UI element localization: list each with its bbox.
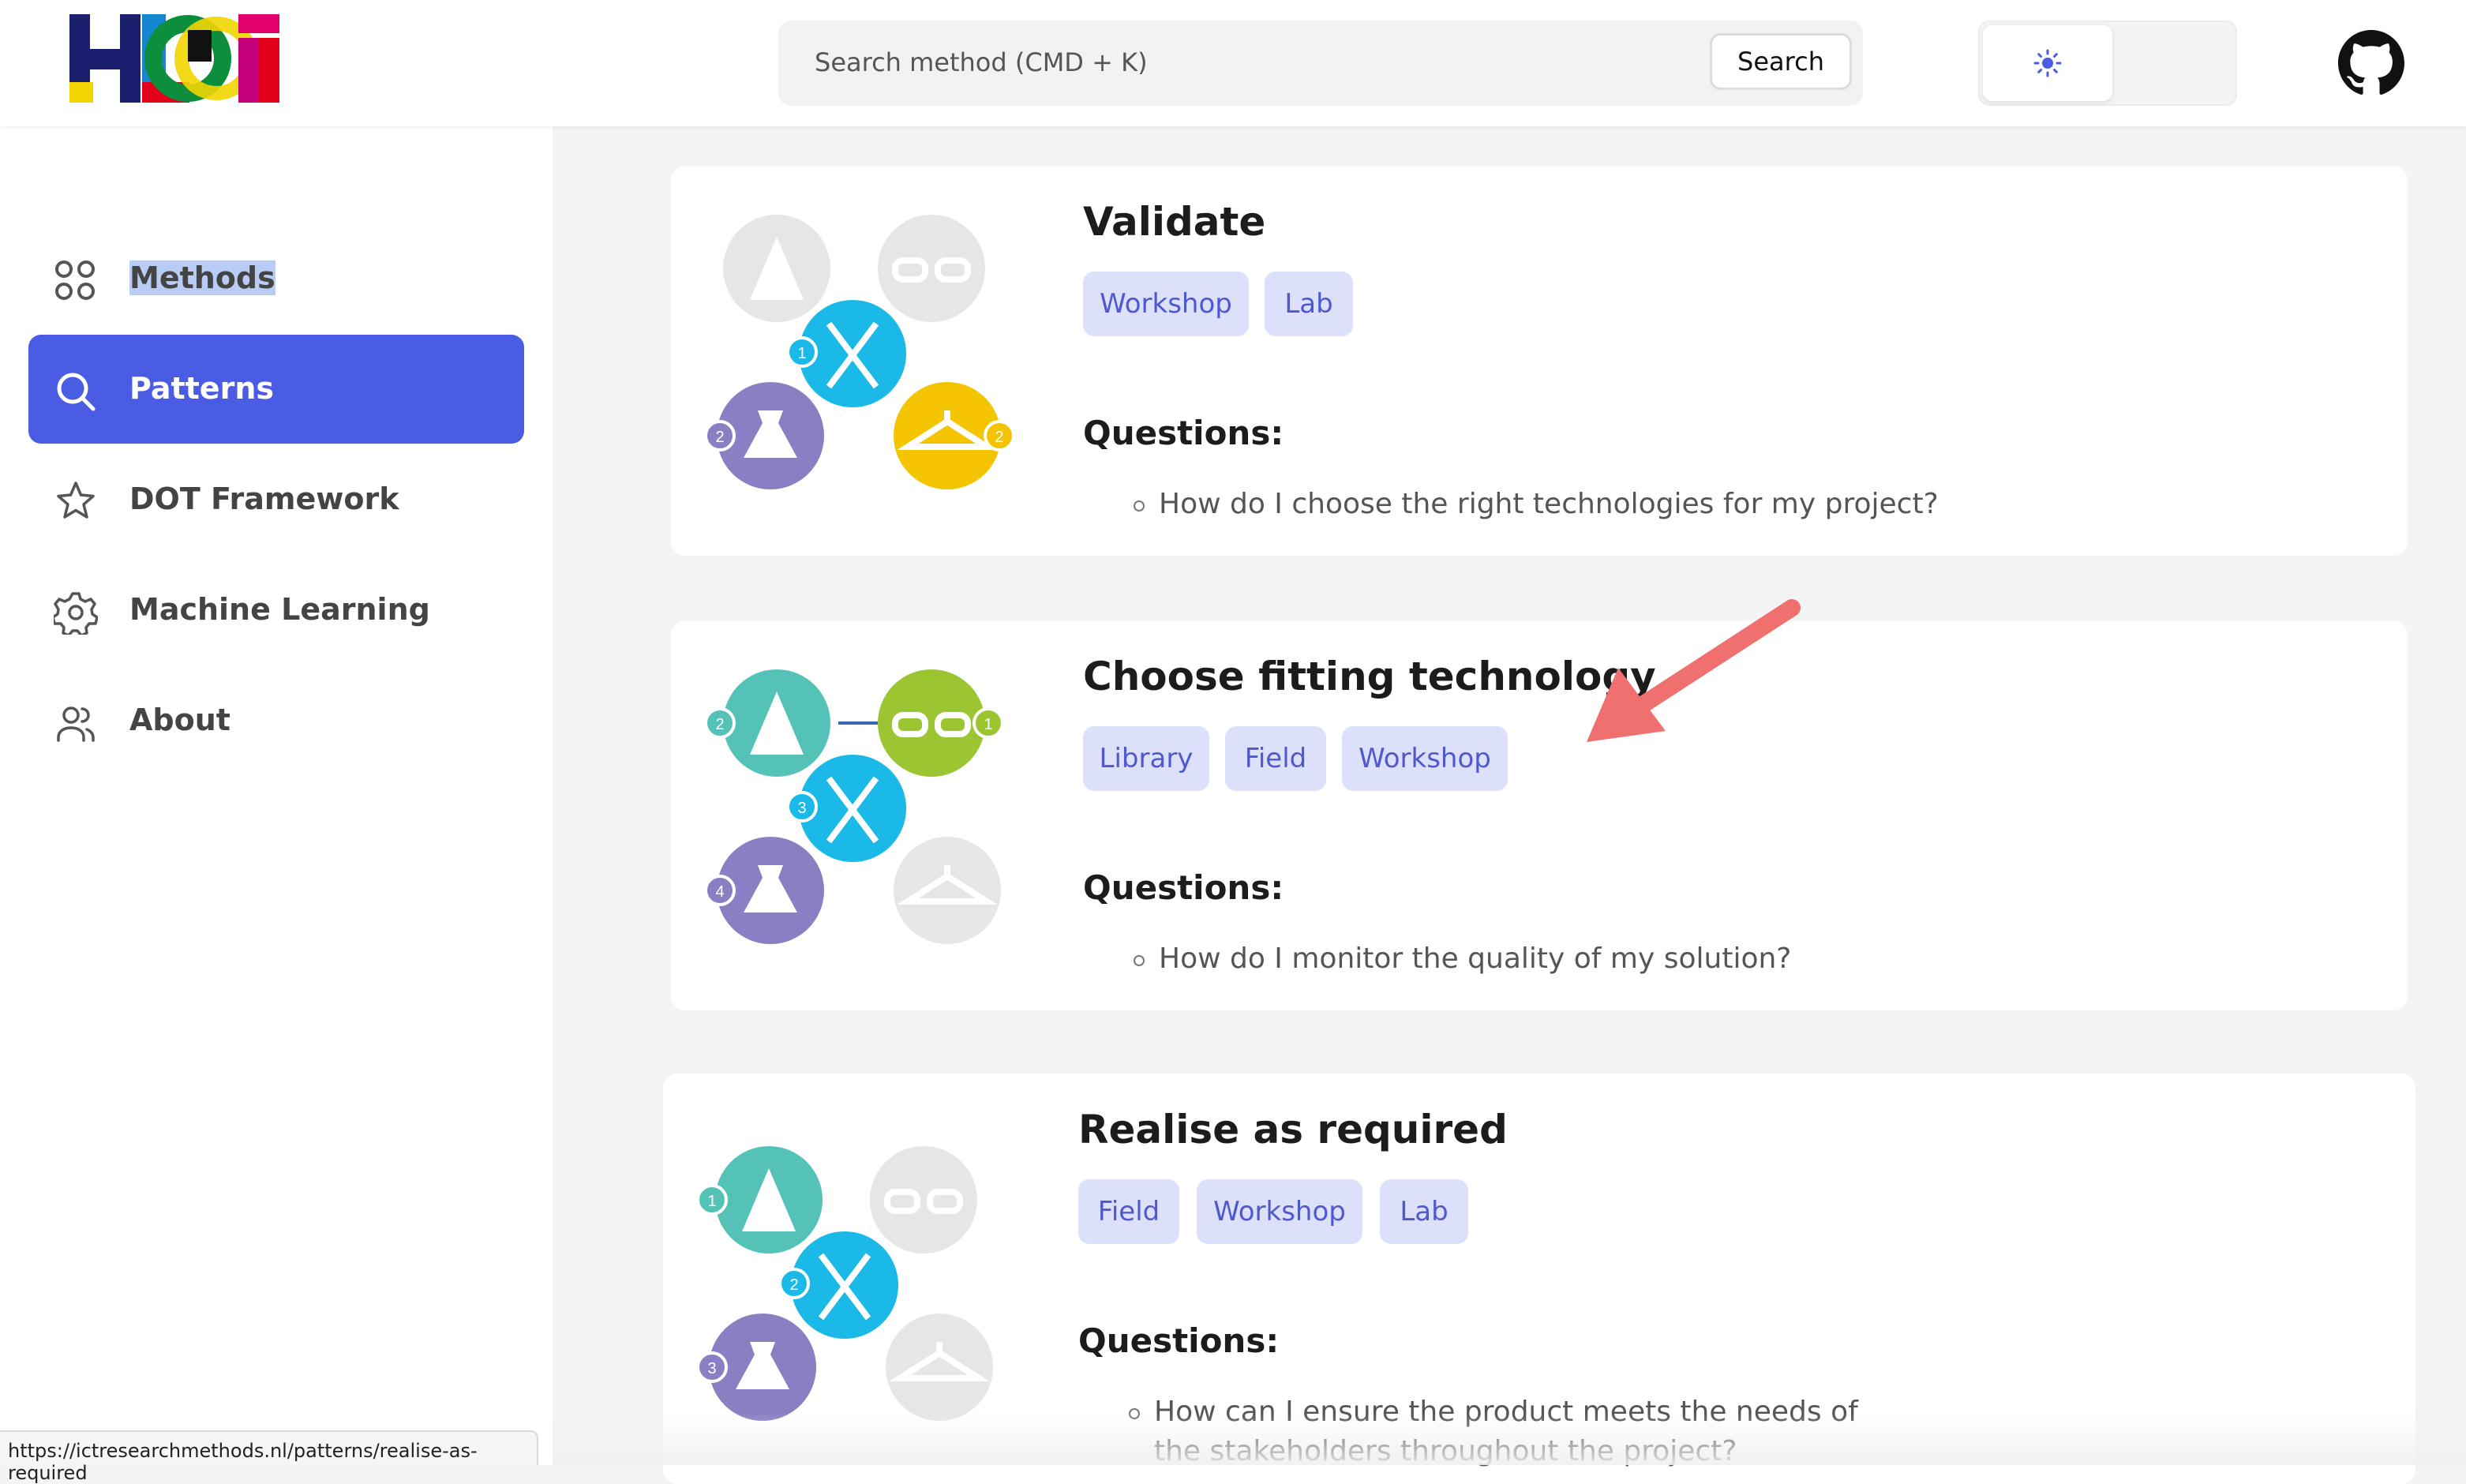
sidebar-item-dot-framework[interactable]: DOT Framework <box>28 445 524 554</box>
sidebar-item-about[interactable]: About <box>28 666 524 775</box>
users-icon <box>57 706 95 742</box>
search-input[interactable]: Search method (CMD + K) <box>815 47 1148 77</box>
svg-text:2: 2 <box>789 1276 798 1294</box>
hbo-ict-logo[interactable] <box>69 14 294 103</box>
star-icon <box>57 482 95 519</box>
sidebar: Methods Patterns DOT Framework Machine L… <box>0 126 553 1465</box>
bullet-icon <box>1134 500 1145 512</box>
tag-workshop[interactable]: Workshop <box>1197 1179 1362 1244</box>
sidebar-item-machine-learning[interactable]: Machine Learning <box>28 556 524 665</box>
github-icon[interactable] <box>2338 30 2404 96</box>
grid-icon <box>55 260 95 300</box>
sidebar-item-label: Patterns <box>129 371 274 406</box>
top-bar: Search method (CMD + K) Search <box>0 0 2466 126</box>
svg-text:1: 1 <box>984 716 992 733</box>
question-item: How do I choose the right technologies f… <box>1159 488 1939 520</box>
svg-text:4: 4 <box>715 883 724 901</box>
questions-heading: Questions: <box>1083 414 1284 452</box>
sun-icon <box>2033 49 2062 77</box>
tag-field[interactable]: Field <box>1225 726 1326 791</box>
card-title: Realise as required <box>1078 1107 1508 1152</box>
sidebar-item-label: DOT Framework <box>129 482 399 516</box>
sidebar-item-label: About <box>129 703 230 737</box>
card-title: Validate <box>1083 199 1266 245</box>
theme-toggle[interactable] <box>1978 21 2237 106</box>
question-item: How do I monitor the quality of my solut… <box>1159 942 1792 975</box>
tag-workshop[interactable]: Workshop <box>1342 726 1508 791</box>
search-button[interactable]: Search <box>1710 33 1852 90</box>
tag-library[interactable]: Library <box>1083 726 1209 791</box>
pattern-illustration: 1 2 2 <box>704 215 1015 489</box>
bullet-icon <box>1134 955 1145 966</box>
card-title: Choose fitting technology <box>1083 654 1656 699</box>
tag-lab[interactable]: Lab <box>1380 1179 1468 1244</box>
sidebar-item-label: Methods <box>129 260 275 295</box>
light-mode-button[interactable] <box>1983 25 2112 101</box>
search-bar[interactable]: Search method (CMD + K) Search <box>778 21 1863 106</box>
status-bar-url: https://ictresearchmethods.nl/patterns/r… <box>0 1430 538 1484</box>
sidebar-item-label: Machine Learning <box>129 592 430 627</box>
sidebar-item-patterns[interactable]: Patterns <box>28 335 524 444</box>
search-icon <box>57 373 96 411</box>
tag-lab[interactable]: Lab <box>1265 272 1353 336</box>
bottom-fade <box>553 1413 2466 1465</box>
pattern-card-choose-fitting-technology[interactable]: 2 1 3 4 Choose fitting technology Librar… <box>671 620 2408 1010</box>
svg-text:3: 3 <box>707 1360 716 1377</box>
tag-field[interactable]: Field <box>1078 1179 1179 1244</box>
svg-text:1: 1 <box>797 345 806 362</box>
pattern-card-validate[interactable]: 1 2 2 Validate Workshop Lab Questions: H… <box>671 166 2408 556</box>
svg-text:2: 2 <box>715 716 724 733</box>
gear-icon <box>54 592 98 635</box>
svg-text:2: 2 <box>995 429 1003 446</box>
pattern-illustration: 2 1 3 4 <box>704 669 1004 944</box>
questions-heading: Questions: <box>1083 868 1284 907</box>
annotation-arrow <box>1587 599 1801 742</box>
tag-workshop[interactable]: Workshop <box>1083 272 1249 336</box>
svg-text:1: 1 <box>707 1193 716 1210</box>
svg-text:2: 2 <box>715 429 724 446</box>
svg-text:3: 3 <box>797 800 806 817</box>
questions-heading: Questions: <box>1078 1321 1280 1360</box>
sidebar-item-methods[interactable]: Methods <box>28 224 524 333</box>
